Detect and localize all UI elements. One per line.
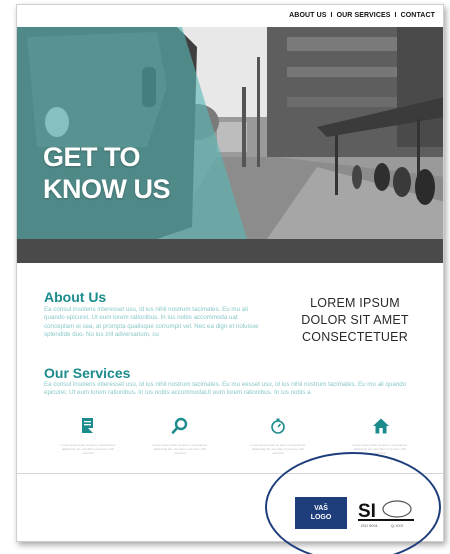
hero-banner: GET TO KNOW US [17, 27, 443, 239]
service-caption-3: Lorem ipsum dolor sit amet, consectetuer… [250, 443, 306, 455]
nav-separator: I [394, 12, 397, 19]
hero-bottom-band [17, 239, 443, 263]
about-us-heading: About Us [44, 289, 107, 305]
lorem-line1: LOREM IPSUM [310, 296, 400, 310]
service-caption-1: Lorem ipsum dolor sit amet, consectetuer… [60, 443, 116, 455]
nav-contact[interactable]: CONTACT [401, 12, 435, 19]
lorem-line2: DOLOR SIT AMET [301, 313, 409, 327]
home-icon[interactable] [372, 417, 390, 435]
nav-about-us[interactable]: ABOUT US [289, 12, 326, 19]
nav-our-services[interactable]: OUR SERVICES [337, 12, 391, 19]
our-services-heading: Our Services [44, 365, 131, 381]
lorem-line3: CONSECTETUER [302, 330, 408, 344]
lorem-ipsum-block: LOREM IPSUM DOLOR SIT AMET CONSECTETUER [285, 295, 425, 346]
hero-title-line1: GET TO [43, 142, 141, 172]
search-icon[interactable] [171, 417, 189, 435]
document-icon[interactable] [79, 417, 97, 435]
nav-separator: I [330, 12, 333, 19]
our-services-text: Ea consul insolens interesset usu, id iu… [44, 381, 407, 397]
hero-street-photo [17, 27, 443, 239]
stopwatch-icon[interactable] [269, 417, 287, 435]
highlight-ellipse [265, 452, 441, 554]
about-us-text: Ea consul insolens interesset usu, id iu… [44, 306, 259, 339]
top-navigation: ABOUT US I OUR SERVICES I CONTACT [17, 5, 443, 27]
hero-title: GET TO KNOW US [43, 141, 171, 205]
service-caption-2: Lorem ipsum dolor sit amet, consectetuer… [152, 443, 208, 455]
hero-title-line2: KNOW US [43, 174, 171, 204]
